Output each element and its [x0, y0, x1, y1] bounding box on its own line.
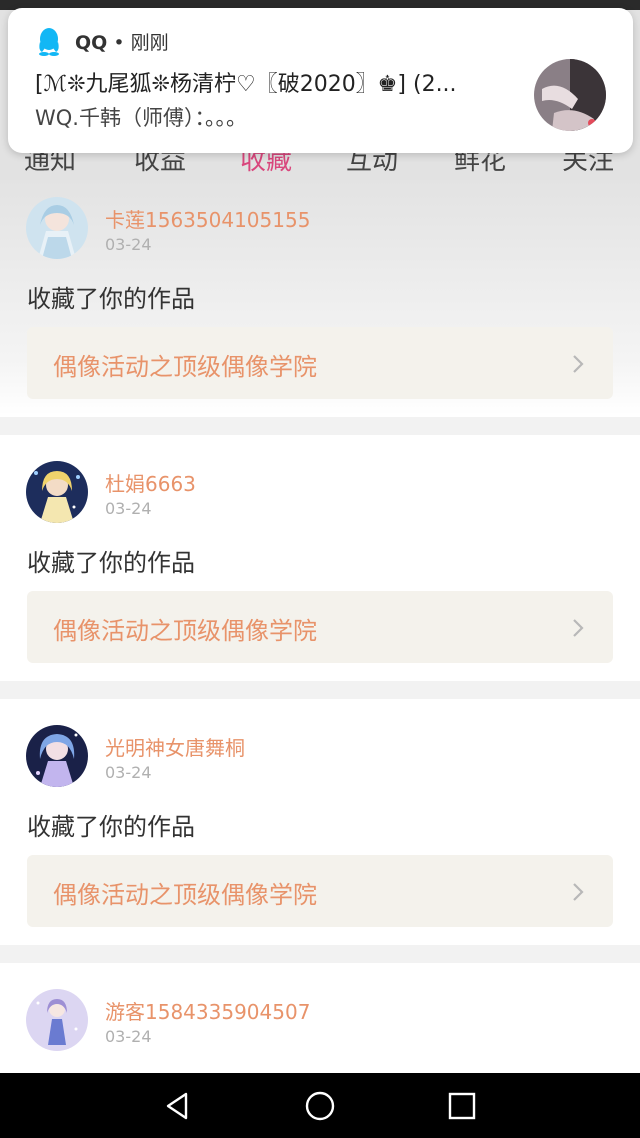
home-circle-icon[interactable] — [304, 1090, 336, 1122]
avatar[interactable] — [26, 725, 88, 787]
list-item: 光明神女唐舞桐 03-24 收藏了你的作品 偶像活动之顶级偶像学院 — [0, 699, 640, 945]
back-triangle-icon[interactable] — [162, 1090, 194, 1122]
qq-penguin-icon — [39, 28, 59, 56]
action-text: 收藏了你的作品 — [27, 549, 195, 577]
favorites-feed[interactable]: 卡莲1563504105155 03-24 收藏了你的作品 偶像活动之顶级偶像学… — [0, 180, 640, 1073]
username[interactable]: 卡莲1563504105155 — [105, 204, 310, 233]
date: 03-24 — [105, 499, 152, 518]
notification-time: 刚刚 — [130, 32, 169, 54]
work-link[interactable]: 偶像活动之顶级偶像学院 — [27, 327, 613, 399]
date: 03-24 — [105, 1027, 152, 1046]
avatar[interactable] — [26, 461, 88, 523]
notification-title: [ℳ❊九尾狐❊杨清柠♡〖破2020〗♚] (2... — [35, 72, 457, 97]
list-item: 游客1584335904507 03-24 — [0, 963, 640, 1073]
chevron-right-icon — [573, 355, 584, 373]
username[interactable]: 杜娟6663 — [105, 468, 196, 497]
action-text: 收藏了你的作品 — [27, 285, 195, 313]
list-item: 杜娟6663 03-24 收藏了你的作品 偶像活动之顶级偶像学院 — [0, 435, 640, 681]
action-text: 收藏了你的作品 — [27, 813, 195, 841]
recents-square-icon[interactable] — [446, 1090, 478, 1122]
list-item: 卡莲1563504105155 03-24 收藏了你的作品 偶像活动之顶级偶像学… — [0, 180, 640, 417]
notification-body: WQ.千韩（师傅）：。。。 — [35, 106, 247, 130]
username[interactable]: 游客1584335904507 — [105, 996, 310, 1025]
qq-notification-banner[interactable]: QQ • 刚刚 [ℳ❊九尾狐❊杨清柠♡〖破2020〗♚] (2... WQ.千韩… — [8, 8, 633, 153]
notification-app-name: QQ — [75, 32, 108, 54]
work-link[interactable]: 偶像活动之顶级偶像学院 — [27, 591, 613, 663]
system-navigation-bar — [0, 1073, 640, 1138]
work-title: 偶像活动之顶级偶像学院 — [53, 353, 317, 381]
work-title: 偶像活动之顶级偶像学院 — [53, 881, 317, 909]
notification-header: QQ • 刚刚 — [75, 28, 169, 55]
work-link[interactable]: 偶像活动之顶级偶像学院 — [27, 855, 613, 927]
date: 03-24 — [105, 763, 152, 782]
work-title: 偶像活动之顶级偶像学院 — [53, 617, 317, 645]
notification-avatar — [534, 59, 606, 131]
date: 03-24 — [105, 235, 152, 254]
avatar[interactable] — [26, 197, 88, 259]
username[interactable]: 光明神女唐舞桐 — [105, 732, 245, 761]
avatar[interactable] — [26, 989, 88, 1051]
notification-separator: • — [113, 32, 125, 54]
chevron-right-icon — [573, 883, 584, 901]
chevron-right-icon — [573, 619, 584, 637]
